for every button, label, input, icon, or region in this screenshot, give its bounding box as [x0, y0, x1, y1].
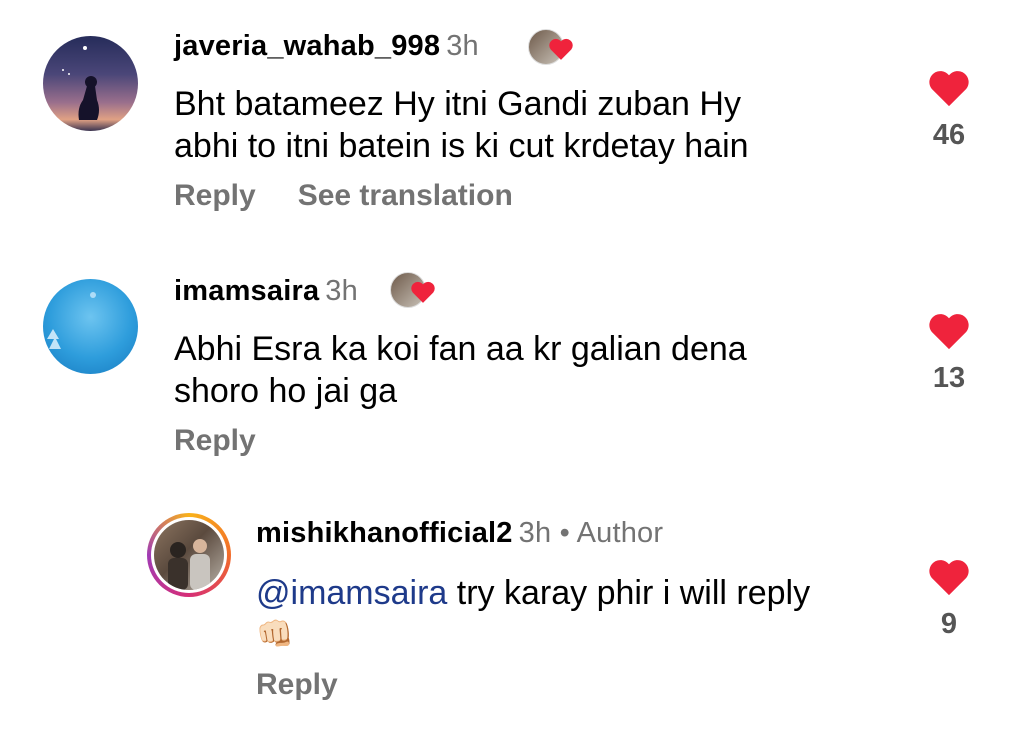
comment-actions: Reply: [256, 668, 380, 702]
comment-username[interactable]: imamsaira 3h: [174, 275, 358, 308]
avatar[interactable]: [43, 36, 138, 131]
like-control[interactable]: 9: [909, 557, 989, 641]
story-ring-avatar[interactable]: [147, 513, 231, 597]
comment-line: Abhi Esra ka koi fan aa kr galian dena: [174, 330, 747, 368]
comment-actions: Reply See translation: [174, 179, 555, 213]
like-control[interactable]: 46: [909, 68, 989, 152]
see-translation-button[interactable]: See translation: [298, 179, 513, 212]
like-count: 46: [932, 119, 966, 151]
heart-icon[interactable]: [927, 68, 971, 108]
username-text[interactable]: mishikhanofficial2: [256, 517, 513, 549]
timestamp: 3h: [518, 517, 552, 549]
liked-by-author-badge: [528, 27, 573, 67]
comment-line: shoro ho jai ga: [174, 372, 398, 410]
heart-icon[interactable]: [927, 557, 971, 597]
username-text[interactable]: imamsaira: [174, 275, 319, 307]
comment-line: Bht batameez Hy itni Gandi zuban Hy: [174, 85, 741, 123]
author-badge: • Author: [559, 517, 664, 549]
heart-icon: [411, 281, 435, 303]
mention-link[interactable]: @imamsaira: [256, 574, 447, 612]
comment-actions: Reply: [174, 424, 298, 458]
avatar[interactable]: [151, 517, 227, 593]
comment-text: Abhi Esra ka koi fan aa kr galian dena s…: [174, 328, 747, 412]
avatar[interactable]: [43, 279, 138, 374]
oncoming-fist-emoji: 👊🏻: [256, 618, 294, 651]
comment-username[interactable]: javeria_wahab_998 3h: [174, 30, 479, 63]
username-text[interactable]: javeria_wahab_998: [174, 30, 440, 62]
like-count: 13: [932, 362, 966, 394]
heart-icon: [549, 38, 573, 60]
reply-button[interactable]: Reply: [174, 424, 256, 457]
comment-line: abhi to itni batein is ki cut krdetay ha…: [174, 127, 749, 165]
comment-line: @imamsaira try karay phir i will reply: [256, 572, 810, 614]
comment-text: Bht batameez Hy itni Gandi zuban Hy abhi…: [174, 83, 749, 167]
comment-username[interactable]: mishikhanofficial2 3h • Author: [256, 517, 663, 550]
like-count: 9: [940, 608, 958, 640]
timestamp: 3h: [325, 275, 358, 307]
timestamp: 3h: [446, 30, 479, 62]
heart-icon[interactable]: [927, 311, 971, 351]
comment-line-text: try karay phir i will reply: [447, 574, 811, 612]
reply-button[interactable]: Reply: [256, 668, 338, 701]
liked-by-author-badge: [390, 270, 435, 310]
comment-text: @imamsaira try karay phir i will reply 👊…: [256, 572, 810, 656]
reply-button[interactable]: Reply: [174, 179, 256, 212]
like-control[interactable]: 13: [909, 311, 989, 395]
